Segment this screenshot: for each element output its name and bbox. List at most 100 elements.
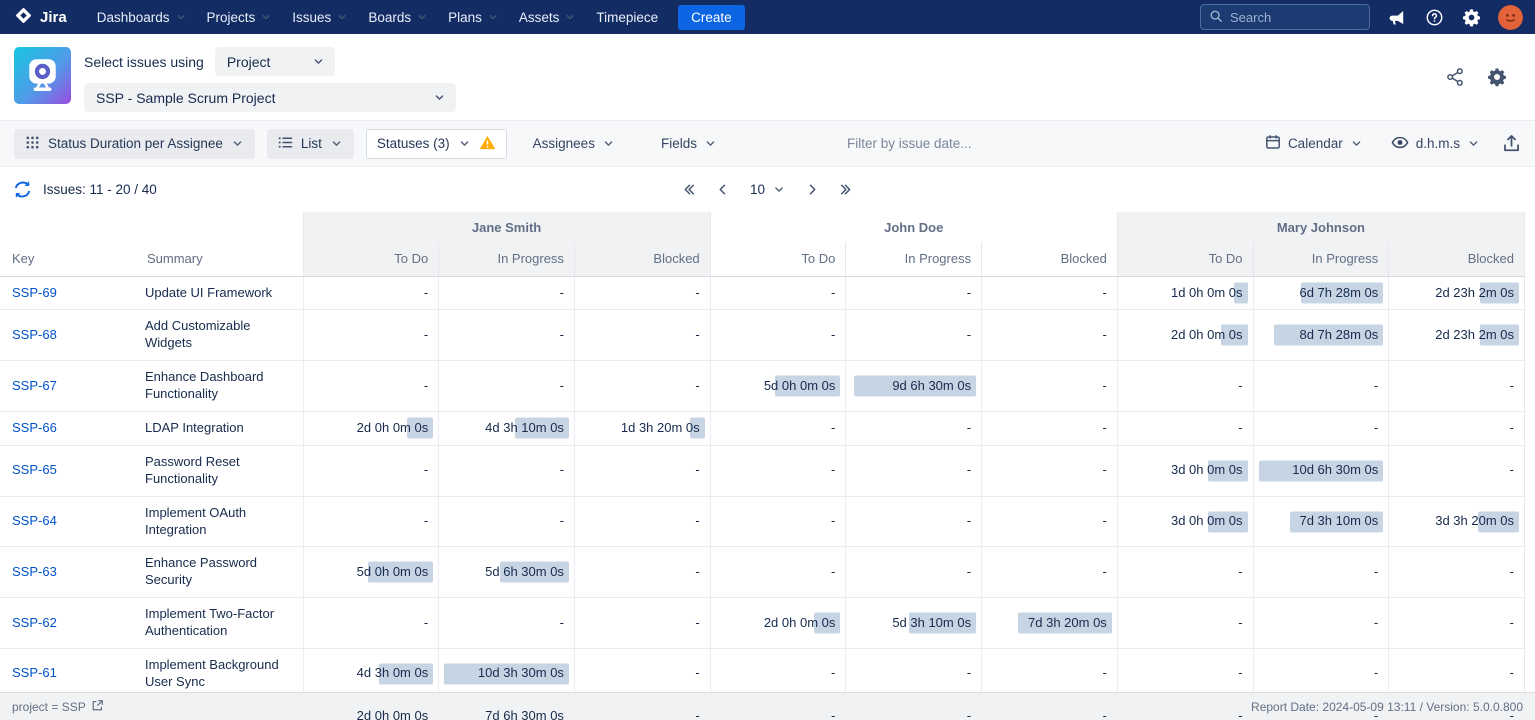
status-column-header: Blocked xyxy=(1389,242,1525,276)
search-icon xyxy=(1209,9,1223,26)
assignees-filter-value: Assignees xyxy=(533,136,595,151)
nav-item-dashboards[interactable]: Dashboards xyxy=(87,0,197,34)
duration-cell: - xyxy=(439,276,575,310)
issue-key-link[interactable]: SSP-62 xyxy=(12,615,57,630)
duration-format-value: d.h.m.s xyxy=(1416,136,1460,151)
status-column-header: Blocked xyxy=(574,242,710,276)
duration-cell: - xyxy=(1253,547,1389,598)
issue-summary-cell: Implement Two-Factor Authentication xyxy=(135,598,303,649)
calendar-icon xyxy=(1265,134,1281,153)
chevron-right-icon xyxy=(805,182,820,197)
duration-cell: - xyxy=(1389,598,1525,649)
duration-cell: - xyxy=(574,547,710,598)
issue-key-cell: SSP-69 xyxy=(0,276,135,310)
issue-key-link[interactable]: SSP-67 xyxy=(12,378,57,393)
global-search[interactable] xyxy=(1200,4,1370,30)
warning-icon xyxy=(479,135,496,153)
duration-cell: - xyxy=(846,547,982,598)
assignees-filter[interactable]: Assignees xyxy=(527,129,621,159)
duration-cell: 5d 0h 0m 0s xyxy=(710,361,846,412)
view-select[interactable]: List xyxy=(267,129,354,159)
duration-cell: 2d 23h 2m 0s xyxy=(1389,310,1525,361)
issue-row: SSP-64Implement OAuth Integration------3… xyxy=(0,496,1525,547)
duration-cell: - xyxy=(710,496,846,547)
report-settings-icon[interactable] xyxy=(1487,67,1507,87)
issues-count: Issues: 11 - 20 / 40 xyxy=(43,182,157,197)
nav-item-label: Boards xyxy=(368,10,411,25)
issue-key-link[interactable]: SSP-63 xyxy=(12,564,57,579)
nav-item-label: Projects xyxy=(207,10,256,25)
settings-icon[interactable] xyxy=(1461,7,1481,27)
issue-key-cell: SSP-67 xyxy=(0,361,135,412)
issue-key-link[interactable]: SSP-69 xyxy=(12,285,57,300)
chevron-down-icon xyxy=(260,11,272,23)
nav-item-plans[interactable]: Plans xyxy=(438,0,509,34)
export-button[interactable] xyxy=(1502,134,1521,153)
duration-cell: - xyxy=(1253,411,1389,445)
status-column-header: To Do xyxy=(303,242,439,276)
project-select[interactable]: SSP - Sample Scrum Project xyxy=(84,83,456,112)
refresh-button[interactable] xyxy=(13,180,32,199)
jira-home-link[interactable]: Jira xyxy=(12,6,75,29)
duration-cell: - xyxy=(303,310,439,361)
duration-cell: 6d 7h 28m 0s xyxy=(1253,276,1389,310)
issue-key-link[interactable]: SSP-64 xyxy=(12,513,57,528)
nav-item-timepiece[interactable]: Timepiece xyxy=(586,0,668,34)
issue-key-link[interactable]: SSP-61 xyxy=(12,665,57,680)
duration-cell: - xyxy=(303,445,439,496)
duration-cell: 5d 6h 30m 0s xyxy=(439,547,575,598)
jql-filter-text: project = SSP xyxy=(12,700,86,714)
status-duration-table: Jane SmithJohn DoeMary Johnson KeySummar… xyxy=(0,212,1525,720)
announcements-icon[interactable] xyxy=(1387,7,1407,27)
report-type-select[interactable]: Status Duration per Assignee xyxy=(14,129,255,159)
statuses-filter-value: Statuses (3) xyxy=(377,136,450,151)
duration-cell: - xyxy=(1117,598,1253,649)
first-page-button[interactable] xyxy=(678,179,700,201)
issue-date-filter[interactable]: Filter by issue date... xyxy=(847,136,972,151)
toolbar-right: Calendar d.h.m.s xyxy=(1259,129,1521,159)
create-button[interactable]: Create xyxy=(678,5,745,30)
issue-row: SSP-67Enhance Dashboard Functionality---… xyxy=(0,361,1525,412)
issue-key-cell: SSP-64 xyxy=(0,496,135,547)
fields-select[interactable]: Fields xyxy=(655,129,723,159)
duration-cell: - xyxy=(710,547,846,598)
timepiece-app-icon xyxy=(14,47,71,104)
duration-cell: - xyxy=(1117,411,1253,445)
share-button[interactable] xyxy=(1445,67,1465,87)
statuses-filter[interactable]: Statuses (3) xyxy=(366,129,507,159)
duration-format-select[interactable]: d.h.m.s xyxy=(1385,129,1486,159)
nav-item-assets[interactable]: Assets xyxy=(509,0,587,34)
issue-summary-cell: Add Customizable Widgets xyxy=(135,310,303,361)
calendar-select[interactable]: Calendar xyxy=(1259,129,1369,159)
issue-key-cell: SSP-66 xyxy=(0,411,135,445)
report-version-info: Report Date: 2024-05-09 13:11 / Version:… xyxy=(1251,700,1523,714)
jql-filter[interactable]: project = SSP xyxy=(12,699,104,715)
prev-page-button[interactable] xyxy=(712,179,734,201)
duration-cell: 3d 0h 0m 0s xyxy=(1117,445,1253,496)
duration-cell: - xyxy=(303,598,439,649)
issue-source-select[interactable]: Project xyxy=(215,47,335,76)
duration-cell: - xyxy=(982,496,1118,547)
nav-item-projects[interactable]: Projects xyxy=(197,0,283,34)
nav-item-issues[interactable]: Issues xyxy=(282,0,358,34)
duration-cell: - xyxy=(1117,547,1253,598)
list-icon xyxy=(278,135,293,153)
search-input[interactable] xyxy=(1230,10,1361,25)
duration-cell: - xyxy=(846,496,982,547)
duration-cell: - xyxy=(303,361,439,412)
issue-key-link[interactable]: SSP-66 xyxy=(12,420,57,435)
duration-cell: - xyxy=(1253,361,1389,412)
report-footer: project = SSP Report Date: 2024-05-09 13… xyxy=(0,692,1535,720)
duration-cell: - xyxy=(1253,598,1389,649)
duration-cell: 8d 7h 28m 0s xyxy=(1253,310,1389,361)
duration-cell: 10d 6h 30m 0s xyxy=(1253,445,1389,496)
issue-key-link[interactable]: SSP-68 xyxy=(12,327,57,342)
user-avatar[interactable] xyxy=(1498,5,1523,30)
duration-cell: - xyxy=(710,310,846,361)
nav-item-boards[interactable]: Boards xyxy=(358,0,438,34)
issue-key-link[interactable]: SSP-65 xyxy=(12,462,57,477)
last-page-button[interactable] xyxy=(835,179,857,201)
page-size-select[interactable]: 10 xyxy=(746,182,789,197)
next-page-button[interactable] xyxy=(801,179,823,201)
help-icon[interactable] xyxy=(1424,7,1444,27)
